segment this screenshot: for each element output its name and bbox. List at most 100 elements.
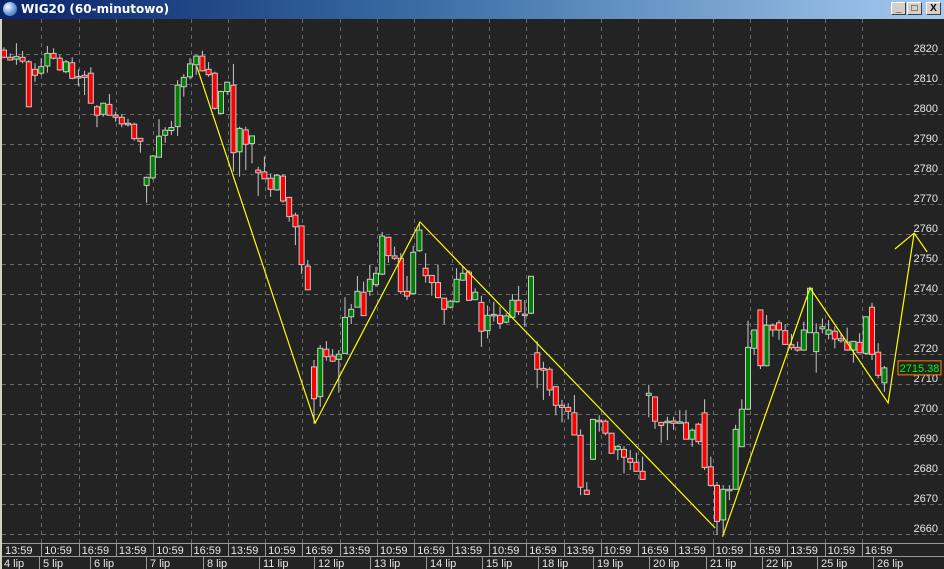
price-tick-label: 2760 (914, 223, 938, 235)
app-globe-icon (3, 2, 17, 16)
chart-canvas: 2820 2810 2800 2790 2780 2770 2760 2750 2740 2730… (2, 19, 944, 569)
candle-down (757, 309, 764, 367)
candle-down (50, 52, 57, 59)
date-label: 19 lip (597, 558, 623, 569)
candle-up (149, 155, 156, 179)
candle-up (800, 329, 807, 351)
date-label: 20 lip (653, 558, 679, 569)
maximize-button[interactable]: □ (907, 2, 922, 15)
date-label: 22 lip (766, 558, 792, 569)
candle-up (664, 420, 671, 424)
candlestick-chart[interactable]: 2820 2810 2800 2790 2780 2770 2760 2750 2740 2730… (2, 19, 944, 569)
candle-down (298, 225, 305, 266)
candle-down (776, 322, 782, 331)
candle-down (25, 61, 32, 108)
candle-down (540, 367, 547, 371)
candle-down (404, 290, 410, 297)
price-tick-label: 2790 (914, 133, 938, 145)
candle-up (528, 275, 534, 314)
candle-down (621, 448, 627, 458)
candle-up (156, 135, 162, 158)
candle-up (447, 300, 454, 308)
candle-down (546, 368, 553, 391)
candle-up (732, 428, 739, 490)
price-tick-label: 2720 (914, 343, 938, 355)
candle-down (714, 484, 720, 522)
time-label: 13:59 (567, 545, 595, 557)
price-tick-label: 2670 (914, 493, 938, 505)
minimize-button[interactable]: _ (891, 2, 906, 15)
date-label: 8 lip (207, 558, 227, 569)
time-label: 10:59 (380, 545, 408, 557)
candle-up (100, 102, 107, 115)
candle-down (199, 55, 206, 72)
candle-up (162, 129, 169, 136)
candle-up (745, 346, 751, 410)
candle-up (807, 287, 813, 334)
candle-up (720, 488, 727, 521)
candle-up (63, 61, 69, 73)
candle-down (769, 324, 776, 331)
candle-up (689, 429, 696, 440)
zigzag-line (894, 232, 928, 253)
window-title-bar[interactable]: WIG20 (60-minutowo) _ □ X (0, 0, 944, 19)
time-label: 10:59 (156, 545, 184, 557)
candle-up (819, 326, 826, 330)
candle-down (707, 466, 714, 486)
time-label: 10:59 (492, 545, 520, 557)
date-label: 18 lip (542, 558, 568, 569)
price-tick-label: 2750 (914, 253, 938, 265)
candle-up (317, 347, 324, 398)
candle-down (323, 348, 330, 358)
date-label: 11 lip (263, 558, 288, 569)
candle-up (676, 421, 683, 424)
candle-up (503, 315, 510, 323)
candle-up (354, 290, 361, 308)
candle-down (869, 306, 875, 355)
candle-down (255, 169, 262, 174)
candle-up (224, 81, 231, 93)
time-label: 13:59 (343, 545, 371, 557)
candle-down (75, 76, 82, 79)
candle-up (174, 84, 181, 128)
candle-down (478, 301, 485, 332)
close-button[interactable]: X (926, 2, 941, 15)
candle-up (44, 52, 51, 67)
time-label: 16:59 (641, 545, 669, 557)
candle-down (286, 196, 293, 218)
candle-up (509, 299, 516, 318)
candle-down (658, 421, 665, 426)
candle-down (794, 346, 801, 351)
time-label: 16:59 (305, 545, 333, 557)
candle-up (168, 127, 175, 131)
candle-up (218, 91, 224, 114)
candle-up (366, 278, 373, 292)
candle-down (125, 122, 131, 126)
candle-up (416, 229, 423, 252)
candle-down (137, 137, 144, 142)
candle-down (19, 56, 26, 62)
candle-down (875, 351, 882, 376)
candle-down (385, 236, 392, 257)
candle-down (652, 396, 658, 422)
price-tick-label: 2730 (914, 313, 938, 325)
price-tick-label: 2680 (914, 463, 938, 475)
date-label: 21 lip (710, 558, 736, 569)
time-label: 13:59 (231, 545, 259, 557)
price-tick-label: 2780 (914, 163, 938, 175)
candle-up (342, 316, 348, 354)
candle-down (280, 175, 286, 202)
candle-down (782, 330, 789, 345)
candle-down (81, 74, 88, 78)
candle-up (273, 174, 280, 191)
candle-down (94, 106, 100, 116)
candle-up (645, 392, 652, 396)
candle-down (118, 116, 125, 125)
candle-up (410, 251, 417, 295)
candle-up (726, 488, 733, 492)
time-label: 13:59 (5, 545, 33, 557)
time-label: 10:59 (604, 545, 632, 557)
candle-up (459, 272, 466, 281)
price-tick-label: 2820 (914, 43, 938, 55)
candle-down (32, 68, 38, 76)
